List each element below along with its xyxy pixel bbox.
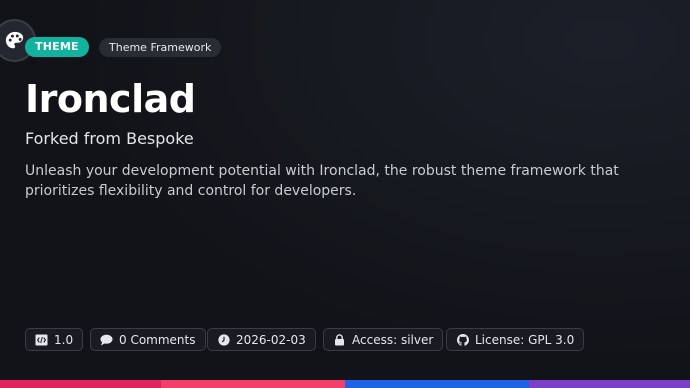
date-tag: 2026-02-03 [207,328,316,351]
speech-bubble-icon [100,333,113,346]
clock-icon [217,333,230,346]
type-badge[interactable]: THEME [25,37,89,57]
version-tag: 1.0 [25,328,84,351]
accent-bar-segment-red [0,380,161,388]
comments-tag[interactable]: 0 Comments [90,328,206,351]
comments-text: 0 Comments [119,332,196,347]
version-text: 1.0 [54,332,74,347]
category-badge[interactable]: Theme Framework [99,38,222,57]
page-subtitle: Forked from Bespoke [25,129,194,148]
code-icon [35,333,48,346]
license-text: License: GPL 3.0 [475,332,575,347]
access-tag: Access: silver [323,328,444,351]
page-description: Unleash your development potential with … [25,163,619,199]
access-text: Access: silver [352,332,434,347]
license-tag[interactable]: License: GPL 3.0 [446,328,585,351]
accent-bar [0,380,690,388]
hero-banner: THEME Theme Framework Ironclad Forked fr… [0,0,690,388]
accent-bar-segment-pink [161,380,345,388]
lock-icon [333,333,346,346]
page-title: Ironclad [25,77,196,121]
github-icon [456,333,469,346]
accent-bar-segment-purple [529,380,690,388]
accent-bar-segment-blue [345,380,529,388]
date-text: 2026-02-03 [236,332,306,347]
